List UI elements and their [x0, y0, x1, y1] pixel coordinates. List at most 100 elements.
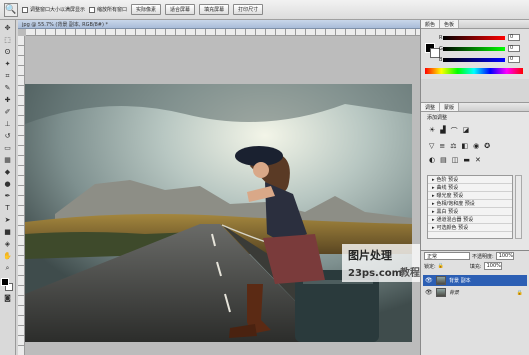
- vertical-ruler[interactable]: [18, 36, 25, 355]
- path-selection-tool-icon[interactable]: ➤: [1, 215, 14, 225]
- document-title: jpg @ 55.7% (背景 副本, RGB/8#) *: [22, 21, 108, 28]
- road-trip-photo: [25, 84, 412, 342]
- blend-mode-select[interactable]: 正常: [424, 252, 470, 260]
- document-tab[interactable]: jpg @ 55.7% (背景 副本, RGB/8#) *: [18, 20, 420, 29]
- gradient-tool-icon[interactable]: ▦: [1, 155, 14, 165]
- layer-row[interactable]: 👁 背景 🔒: [423, 287, 527, 298]
- vibrance-icon[interactable]: ▽: [429, 142, 434, 150]
- layer-row-selected[interactable]: 👁 背景 副本: [423, 275, 527, 286]
- layer-thumbnail: [436, 288, 446, 297]
- levels-icon[interactable]: ▟: [440, 126, 445, 136]
- exposure-icon[interactable]: ◪: [463, 126, 470, 136]
- adjustment-icons-row-3: ◐ ▤ ◫ ▬ ✕: [421, 153, 529, 167]
- print-size-button[interactable]: 打印尺寸: [233, 4, 264, 15]
- r-slider[interactable]: [443, 36, 505, 40]
- magic-wand-tool-icon[interactable]: ✦: [1, 59, 14, 69]
- presets-scrollbar[interactable]: [515, 175, 522, 239]
- shape-tool-icon[interactable]: ■: [1, 227, 14, 237]
- marquee-tool-icon[interactable]: ⬚: [1, 35, 14, 45]
- brightness-icon[interactable]: ☀: [429, 126, 435, 136]
- list-item[interactable]: ▸ 曲线 预设: [428, 184, 512, 192]
- eyedropper-tool-icon[interactable]: ✎: [1, 83, 14, 93]
- checkbox-box[interactable]: [22, 6, 28, 13]
- posterize-icon[interactable]: ▤: [440, 156, 447, 164]
- resize-windows-checkbox[interactable]: 调整窗口大小以满屏显示: [22, 6, 85, 13]
- lock-fill-row: 锁定: 🔒 填充: 100%: [421, 261, 529, 271]
- selective-color-icon[interactable]: ✕: [475, 156, 481, 164]
- hand-tool-icon[interactable]: ✋: [1, 251, 14, 261]
- eye-icon[interactable]: 👁: [425, 277, 433, 284]
- g-value[interactable]: 0: [508, 45, 520, 52]
- color-spectrum[interactable]: [425, 68, 523, 74]
- quick-mask-icon[interactable]: ◙: [1, 293, 14, 303]
- expand-arrow-icon[interactable]: ▸: [432, 225, 435, 231]
- eye-icon[interactable]: 👁: [425, 289, 433, 296]
- list-item[interactable]: ▸ 通道混合器 预设: [428, 216, 512, 224]
- dodge-tool-icon[interactable]: ●: [1, 179, 14, 189]
- tab-adjustments[interactable]: 调整: [421, 103, 441, 111]
- layer-name: 背景: [449, 290, 460, 296]
- list-item[interactable]: ▸ 黑白 预设: [428, 208, 512, 216]
- canvas-image[interactable]: [25, 84, 412, 342]
- expand-arrow-icon[interactable]: ▸: [432, 217, 435, 223]
- lasso-tool-icon[interactable]: ʘ: [1, 47, 14, 57]
- eraser-tool-icon[interactable]: ▭: [1, 143, 14, 153]
- type-tool-icon[interactable]: T: [1, 203, 14, 213]
- checkbox-box[interactable]: [89, 6, 96, 13]
- list-item[interactable]: ▸ 色阶 预设: [428, 176, 512, 184]
- hue-saturation-icon[interactable]: ≡: [439, 142, 445, 150]
- b-slider[interactable]: [443, 58, 505, 62]
- options-bar: 🔍 调整窗口大小以满屏显示 缩放所有窗口 实际像素 适合屏幕 填充屏幕 打印尺寸: [0, 0, 529, 20]
- photo-filter-icon[interactable]: ◉: [473, 142, 479, 150]
- lock-icon[interactable]: 🔒: [438, 263, 444, 269]
- expand-arrow-icon[interactable]: ▸: [432, 193, 435, 199]
- list-item[interactable]: ▸ 曝光度 预设: [428, 192, 512, 200]
- tab-swatches[interactable]: 色板: [440, 20, 460, 28]
- adjustment-icons-row-2: ▽ ≡ ⚖ ◧ ◉ ✪: [421, 139, 529, 153]
- move-tool-icon[interactable]: ✥: [1, 23, 14, 33]
- lock-icon: 🔒: [516, 289, 523, 296]
- list-item[interactable]: ▸ 可选颜色 预设: [428, 224, 512, 232]
- brush-tool-icon[interactable]: ✐: [1, 107, 14, 117]
- b-value[interactable]: 0: [508, 56, 520, 63]
- expand-arrow-icon[interactable]: ▸: [432, 177, 435, 183]
- actual-pixels-button[interactable]: 实际像素: [131, 4, 162, 15]
- list-item[interactable]: ▸ 色相/饱和度 预设: [428, 200, 512, 208]
- zoom-tool-icon[interactable]: ⌕: [1, 263, 14, 273]
- expand-arrow-icon[interactable]: ▸: [432, 209, 435, 215]
- clone-stamp-tool-icon[interactable]: ⊥: [1, 119, 14, 129]
- expand-arrow-icon[interactable]: ▸: [432, 201, 435, 207]
- r-label: R: [439, 35, 443, 41]
- curves-icon[interactable]: ⌒: [451, 126, 458, 136]
- healing-brush-tool-icon[interactable]: ✚: [1, 95, 14, 105]
- tab-masks[interactable]: 蒙版: [440, 103, 460, 111]
- 3d-tool-icon[interactable]: ◈: [1, 239, 14, 249]
- gradient-map-icon[interactable]: ▬: [463, 156, 470, 164]
- fill-input[interactable]: 100%: [483, 262, 502, 270]
- tab-color[interactable]: 颜色: [421, 20, 441, 28]
- opacity-input[interactable]: 100%: [495, 252, 514, 260]
- color-swatches[interactable]: [1, 278, 14, 292]
- blur-tool-icon[interactable]: ◆: [1, 167, 14, 177]
- adjustments-heading: 添加调整: [427, 115, 448, 121]
- pen-tool-icon[interactable]: ✒: [1, 191, 14, 201]
- zoom-tool-icon[interactable]: 🔍: [4, 2, 18, 17]
- crop-tool-icon[interactable]: ⌗: [1, 71, 14, 81]
- zoom-all-windows-checkbox[interactable]: 缩放所有窗口: [89, 6, 127, 13]
- color-panel-tabs: 颜色 色板: [421, 20, 529, 29]
- expand-arrow-icon[interactable]: ▸: [432, 185, 435, 191]
- threshold-icon[interactable]: ◫: [452, 156, 459, 164]
- fit-screen-button[interactable]: 适合屏幕: [165, 4, 196, 15]
- foreground-color-swatch[interactable]: [1, 278, 9, 286]
- horizontal-ruler[interactable]: [26, 29, 420, 36]
- r-value[interactable]: 0: [508, 34, 520, 41]
- fill-screen-button[interactable]: 填充屏幕: [199, 4, 230, 15]
- zoom-all-windows-label: 缩放所有窗口: [97, 7, 128, 13]
- black-white-icon[interactable]: ◧: [462, 142, 469, 150]
- adjustments-panel: 调整 蒙版 添加调整 ☀ ▟ ⌒ ◪ ▽ ≡ ⚖ ◧ ◉ ✪ ◐ ▤ ◫ ▬ ✕…: [421, 102, 529, 252]
- color-balance-icon[interactable]: ⚖: [450, 142, 456, 150]
- g-slider[interactable]: [443, 47, 505, 51]
- history-brush-tool-icon[interactable]: ↺: [1, 131, 14, 141]
- channel-mixer-icon[interactable]: ✪: [484, 142, 490, 150]
- invert-icon[interactable]: ◐: [429, 156, 435, 164]
